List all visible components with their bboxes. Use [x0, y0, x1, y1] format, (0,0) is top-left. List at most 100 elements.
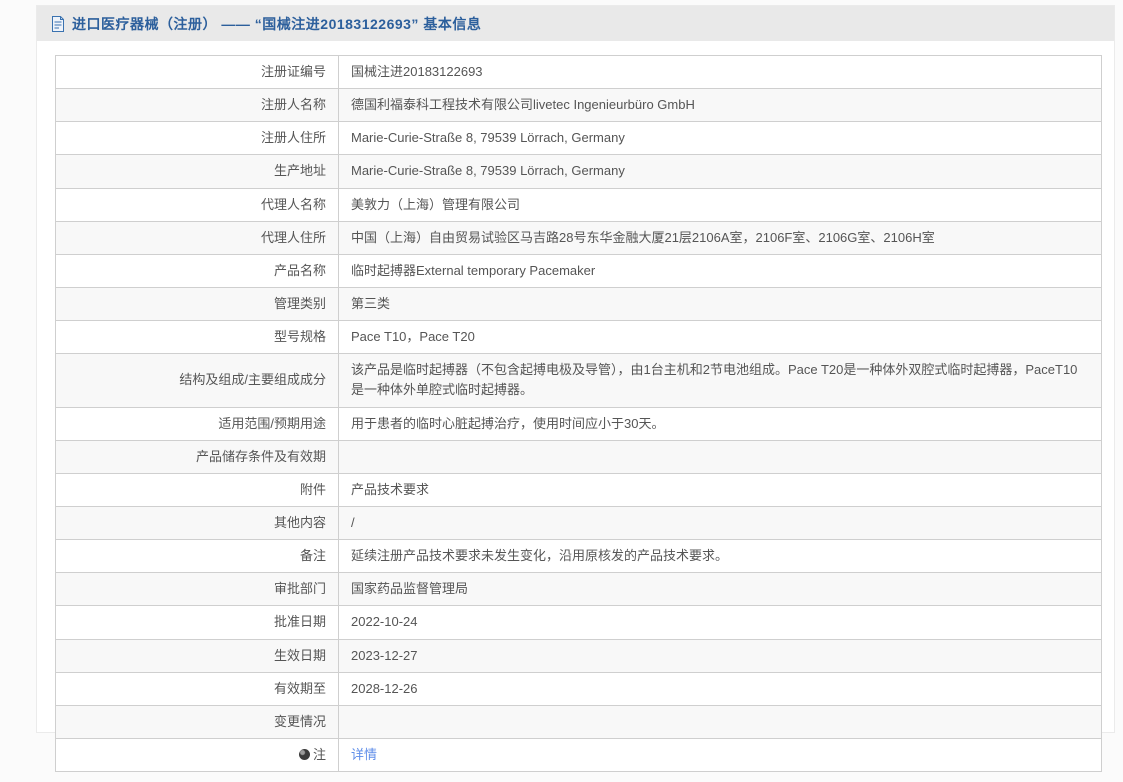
row-value: Pace T10，Pace T20: [338, 320, 1102, 355]
registration-info-card: 进口医疗器械（注册） —— “国械注进20183122693” 基本信息 注册证…: [36, 5, 1115, 773]
table-row: 批准日期 2022-10-24: [55, 605, 1102, 640]
row-label-text: 备注: [299, 548, 326, 564]
row-value: 详情: [338, 737, 1102, 773]
row-value: 中国（上海）自由贸易试验区马吉路28号东华金融大厦21层2106A室，2106F…: [338, 220, 1102, 255]
table-row: 型号规格 Pace T10，Pace T20: [55, 320, 1102, 355]
row-label: 审批部门: [55, 572, 339, 607]
row-value: 用于患者的临时心脏起搏治疗，使用时间应小于30天。: [338, 406, 1102, 441]
row-label-text: 注册人名称: [260, 97, 326, 113]
row-value: 产品技术要求: [338, 472, 1102, 507]
row-value-text: Marie-Curie-Straße 8, 79539 Lörrach, Ger…: [351, 130, 625, 146]
row-label: 产品名称: [55, 253, 339, 288]
row-value-text: 2028-12-26: [351, 680, 418, 696]
table-row: 注册人住所 Marie-Curie-Straße 8, 79539 Lörrach…: [55, 121, 1102, 156]
row-value-text: 2022-10-24: [351, 614, 418, 630]
table-row: 审批部门 国家药品监督管理局: [55, 572, 1102, 607]
table-row: 变更情况: [55, 704, 1102, 739]
row-label-text: 附件: [299, 481, 326, 497]
row-label-text: 其他内容: [273, 514, 326, 530]
row-label-text: 产品名称: [273, 262, 326, 278]
table-row: 生效日期 2023-12-27: [55, 638, 1102, 673]
row-label: 附件: [55, 472, 339, 507]
row-label: 注: [55, 737, 339, 773]
row-value-text: Pace T10，Pace T20: [351, 329, 475, 345]
row-label-text: 有效期至: [273, 680, 326, 696]
row-label: 注册人名称: [55, 88, 339, 123]
table-row: 其他内容 /: [55, 505, 1102, 541]
table-row: 管理类别 第三类: [55, 286, 1102, 322]
row-label: 注册证编号: [55, 54, 339, 90]
row-label: 注册人住所: [55, 121, 339, 156]
row-label-text: 结构及组成/主要组成成分: [179, 372, 326, 388]
row-value-text: /: [351, 514, 355, 530]
table-row: 附件 产品技术要求: [55, 472, 1102, 507]
row-value-text: 德国利福泰科工程技术有限公司livetec Ingenieurbüro GmbH: [351, 97, 695, 113]
row-label-text: 生效日期: [273, 647, 326, 663]
registration-info-table: 注册证编号 国械注进20183122693 注册人名称 德国利福泰科工程技术有限公司l…: [55, 54, 1102, 773]
row-value: 2022-10-24: [338, 605, 1102, 640]
row-value-text: 临时起搏器External temporary Pacemaker: [351, 262, 596, 278]
row-label: 生效日期: [55, 638, 339, 673]
row-value-text: 延续注册产品技术要求未发生变化，沿用原核发的产品技术要求。: [351, 548, 729, 564]
row-label-text: 注册证编号: [260, 64, 326, 79]
row-value: 国家药品监督管理局: [338, 572, 1102, 607]
row-value-text: 美敦力（上海）管理有限公司: [351, 196, 521, 212]
table-row: 注册证编号 国械注进20183122693: [55, 54, 1102, 90]
row-label: 变更情况: [55, 704, 339, 739]
table-row: 适用范围/预期用途 用于患者的临时心脏起搏治疗，使用时间应小于30天。: [55, 406, 1102, 441]
row-value-text: Marie-Curie-Straße 8, 79539 Lörrach, Ger…: [351, 163, 625, 179]
row-label: 生产地址: [55, 154, 339, 189]
row-label: 有效期至: [55, 671, 339, 706]
row-value: [338, 704, 1102, 739]
row-value: 2028-12-26: [338, 671, 1102, 706]
card-header: 进口医疗器械（注册） —— “国械注进20183122693” 基本信息: [37, 6, 1114, 41]
table-row: 注册人名称 德国利福泰科工程技术有限公司livetec Ingenieurbüro…: [55, 88, 1102, 123]
row-label-text: 注: [312, 746, 326, 762]
row-label-text: 适用范围/预期用途: [218, 415, 326, 431]
document-icon: [52, 15, 64, 32]
row-value: 德国利福泰科工程技术有限公司livetec Ingenieurbüro GmbH: [338, 88, 1102, 123]
row-label: 型号规格: [55, 320, 339, 355]
row-label: 其他内容: [55, 505, 339, 541]
row-value: 延续注册产品技术要求未发生变化，沿用原核发的产品技术要求。: [338, 539, 1102, 574]
card-body: 注册证编号 国械注进20183122693 注册人名称 德国利福泰科工程技术有限公司l…: [37, 41, 1114, 782]
details-link[interactable]: 详情: [351, 747, 377, 762]
row-label-text: 产品储存条件及有效期: [195, 448, 326, 464]
row-label: 产品储存条件及有效期: [55, 439, 339, 474]
row-value: 美敦力（上海）管理有限公司: [338, 187, 1102, 222]
table-row: 注 详情: [55, 737, 1102, 773]
row-label: 代理人名称: [55, 187, 339, 222]
page-title: 进口医疗器械（注册） —— “国械注进20183122693” 基本信息: [72, 15, 482, 32]
row-value-text: 用于患者的临时心脏起搏治疗，使用时间应小于30天。: [351, 415, 665, 431]
table-row: 备注 延续注册产品技术要求未发生变化，沿用原核发的产品技术要求。: [55, 539, 1102, 574]
table-row: 有效期至 2028-12-26: [55, 671, 1102, 706]
row-value-text: 产品技术要求: [351, 481, 430, 497]
row-label-text: 注册人住所: [260, 130, 326, 146]
row-label: 结构及组成/主要组成成分: [55, 353, 339, 408]
row-label-text: 型号规格: [273, 329, 326, 345]
row-value: Marie-Curie-Straße 8, 79539 Lörrach, Ger…: [338, 121, 1102, 156]
row-value-text: 国家药品监督管理局: [351, 581, 469, 597]
row-value: 国械注进20183122693: [338, 54, 1102, 90]
table-row: 产品名称 临时起搏器External temporary Pacemaker: [55, 253, 1102, 288]
table-row: 产品储存条件及有效期: [55, 439, 1102, 474]
row-label: 适用范围/预期用途: [55, 406, 339, 441]
row-label-text: 变更情况: [273, 713, 326, 729]
row-label: 代理人住所: [55, 220, 339, 255]
row-value: Marie-Curie-Straße 8, 79539 Lörrach, Ger…: [338, 154, 1102, 189]
row-value: /: [338, 505, 1102, 541]
row-value-text: 2023-12-27: [351, 647, 418, 663]
row-label-text: 批准日期: [273, 614, 326, 630]
note-dot-icon: [298, 748, 310, 760]
row-value: 第三类: [338, 286, 1102, 322]
row-label-text: 审批部门: [273, 581, 326, 597]
row-value: [338, 439, 1102, 474]
row-value-text: 第三类: [351, 295, 391, 311]
row-label: 备注: [55, 539, 339, 574]
table-row: 生产地址 Marie-Curie-Straße 8, 79539 Lörrach,…: [55, 154, 1102, 189]
row-value: 2023-12-27: [338, 638, 1102, 673]
row-label-text: 代理人住所: [260, 229, 326, 245]
row-label: 批准日期: [55, 605, 339, 640]
row-value: 临时起搏器External temporary Pacemaker: [338, 253, 1102, 288]
table-row: 代理人住所 中国（上海）自由贸易试验区马吉路28号东华金融大厦21层2106A室，…: [55, 220, 1102, 255]
